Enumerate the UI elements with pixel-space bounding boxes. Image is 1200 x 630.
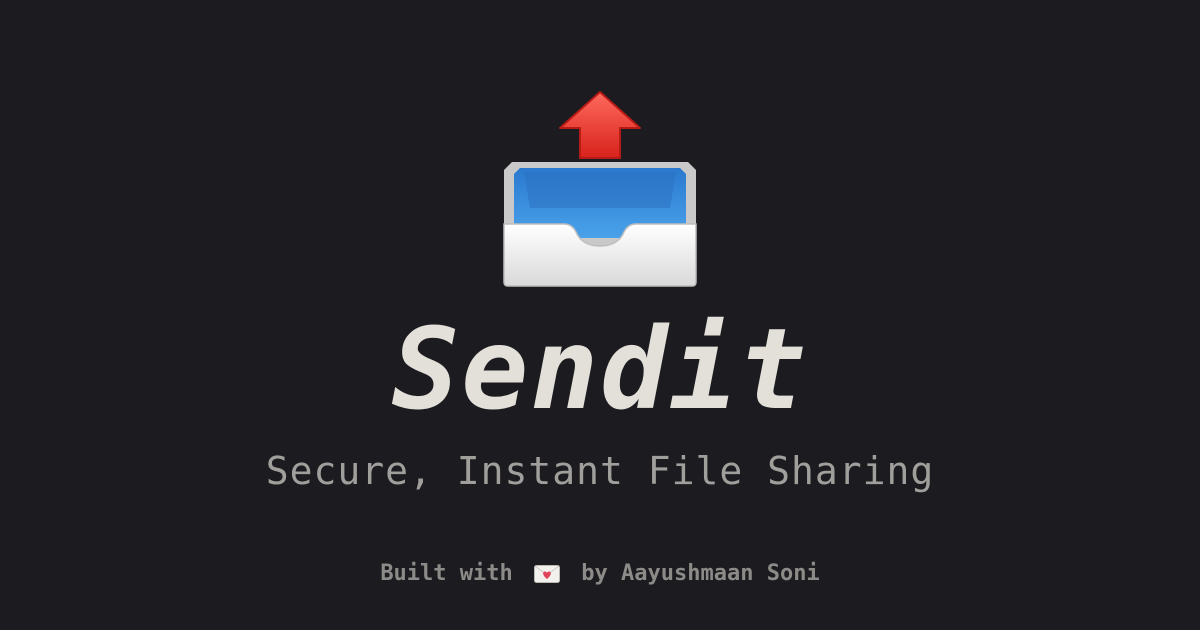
outbox-tray-icon [503, 91, 697, 287]
footer-author: by Aayushmaan Soni [581, 561, 820, 586]
app-title: Sendit [391, 305, 809, 435]
love-letter-icon [534, 565, 561, 583]
footer-credit: Built with by Aayushmaan Soni [0, 558, 1200, 590]
app-tagline: Secure, Instant File Sharing [265, 449, 935, 493]
footer-prefix: Built with [380, 561, 513, 586]
